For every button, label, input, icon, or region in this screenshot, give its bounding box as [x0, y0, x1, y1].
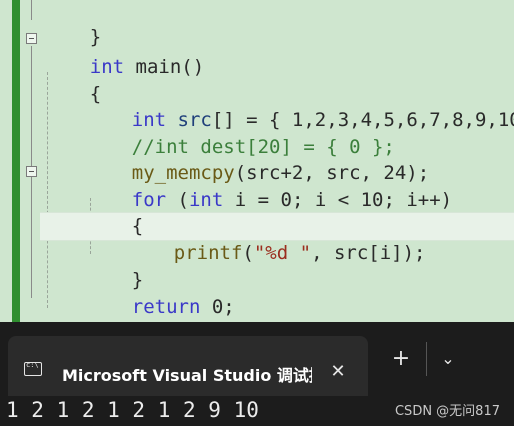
- code-line[interactable]: }: [86, 240, 143, 291]
- fold-guide-line: [31, 0, 32, 20]
- watermark-text: CSDN @无问817: [394, 404, 500, 419]
- collapse-main-icon[interactable]: [26, 33, 37, 44]
- code-line[interactable]: }: [44, 0, 101, 48]
- code-text: (: [242, 242, 254, 264]
- tab-divider: [426, 342, 427, 376]
- code-text: 0;: [200, 296, 235, 318]
- new-tab-button[interactable]: +: [388, 346, 414, 372]
- code-line-comment[interactable]: //int dest[20] = { 0 };: [86, 107, 395, 158]
- console-output: 1 2 1 2 1 2 1 2 9 10: [6, 398, 259, 422]
- keyword: int: [188, 189, 224, 211]
- code-line[interactable]: int main(): [44, 27, 204, 78]
- tab-title: Microsoft Visual Studio 调试控制台: [62, 366, 312, 385]
- code-text: i = 0; i < 10; i++): [223, 189, 453, 211]
- console-icon: [24, 361, 42, 376]
- change-indicator-bar: [12, 0, 20, 322]
- code-line[interactable]: }: [44, 292, 101, 322]
- terminal-window: Microsoft Visual Studio 调试控制台 ✕ + ⌄ 1 2 …: [0, 322, 514, 426]
- code-text: (: [166, 189, 189, 211]
- terminal-tab[interactable]: Microsoft Visual Studio 调试控制台 ✕: [8, 336, 368, 396]
- chevron-down-icon[interactable]: ⌄: [436, 346, 460, 372]
- code-text: main(): [124, 56, 205, 78]
- code-line[interactable]: return 0;: [86, 267, 235, 318]
- code-line[interactable]: {: [44, 54, 101, 105]
- code-line[interactable]: {: [86, 186, 143, 237]
- code-line[interactable]: for (int i = 0; i < 10; i++): [86, 160, 452, 211]
- code-line[interactable]: int src[] = { 1,2,3,4,5,6,7,8,9,10 };: [86, 80, 514, 131]
- keyword: return: [131, 296, 201, 318]
- code-line-current[interactable]: printf("%d ", src[i]);: [128, 213, 426, 264]
- close-tab-icon[interactable]: ✕: [326, 360, 350, 384]
- code-editor[interactable]: } int main() { int src[] = { 1,2,3,4,5,6…: [0, 0, 514, 322]
- code-text: , src[i]);: [311, 242, 426, 264]
- function-name: printf: [173, 242, 243, 264]
- collapse-for-icon[interactable]: [26, 166, 37, 177]
- string-literal: "%d ": [253, 242, 312, 264]
- code-line[interactable]: my_memcpy(src+2, src, 24);: [86, 133, 429, 184]
